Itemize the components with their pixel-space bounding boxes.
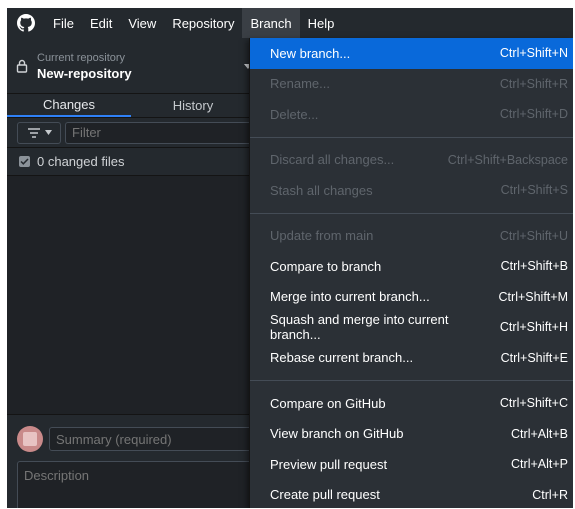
menu-item-shortcut: Ctrl+Shift+R xyxy=(499,76,568,91)
menu-rename: Rename... Ctrl+Shift+R xyxy=(250,69,573,100)
filter-options-button[interactable] xyxy=(17,121,61,144)
menu-update-from-main: Update from main Ctrl+Shift+U xyxy=(250,221,573,252)
repository-caption: Current repository xyxy=(37,51,126,64)
menu-item-shortcut: Ctrl+Shift+U xyxy=(499,228,568,243)
menu-item-label: Discard all changes... xyxy=(270,152,395,168)
menu-item-shortcut: Ctrl+Shift+M xyxy=(498,289,568,304)
summary-input[interactable] xyxy=(49,427,259,451)
menu-item-shortcut: Ctrl+Shift+N xyxy=(499,46,568,61)
branch-menu-dropdown: New branch... Ctrl+Shift+N Rename... Ctr… xyxy=(249,38,573,508)
menu-item-label: View branch on GitHub xyxy=(270,426,404,442)
menu-item-label: Rebase current branch... xyxy=(270,350,414,366)
menu-item-label: New branch... xyxy=(270,45,351,61)
menu-item-shortcut: Ctrl+Shift+B xyxy=(500,259,568,274)
filter-input[interactable] xyxy=(65,121,255,144)
menu-item-label: Update from main xyxy=(270,228,374,244)
chevron-down-icon xyxy=(44,130,52,135)
menu-compare-on-github[interactable]: Compare on GitHub Ctrl+Shift+C xyxy=(250,388,573,419)
menu-item-label: Squash and merge into current branch... xyxy=(270,312,449,343)
checkbox-icon[interactable] xyxy=(19,156,30,167)
tab-changes[interactable]: Changes xyxy=(7,94,131,117)
menu-merge-into-current-branch[interactable]: Merge into current branch... Ctrl+Shift+… xyxy=(250,282,573,313)
github-desktop-window: File Edit View Repository Branch Help Cu… xyxy=(7,8,573,508)
menu-item-shortcut: Ctrl+Shift+S xyxy=(500,183,568,198)
repository-name: New-repository xyxy=(37,65,132,81)
repository-selector[interactable]: Current repository New-repository xyxy=(7,38,255,94)
menu-help[interactable]: Help xyxy=(300,8,343,38)
menu-discard-all-changes: Discard all changes... Ctrl+Shift+Backsp… xyxy=(250,145,573,176)
github-logo-icon xyxy=(7,8,45,38)
menu-delete: Delete... Ctrl+Shift+D xyxy=(250,99,573,130)
menu-compare-to-branch[interactable]: Compare to branch Ctrl+Shift+B xyxy=(250,251,573,282)
menu-item-label: Compare to branch xyxy=(270,258,382,274)
menu-item-shortcut: Ctrl+Shift+D xyxy=(499,107,568,122)
menu-separator xyxy=(250,136,573,138)
menu-preview-pull-request[interactable]: Preview pull request Ctrl+Alt+P xyxy=(250,449,573,480)
menu-view-branch-on-github[interactable]: View branch on GitHub Ctrl+Alt+B xyxy=(250,419,573,450)
filter-row xyxy=(7,118,255,148)
menu-edit[interactable]: Edit xyxy=(82,8,120,38)
menu-item-label: Rename... xyxy=(270,76,330,92)
menu-stash-all-changes: Stash all changes Ctrl+Shift+S xyxy=(250,175,573,206)
menu-separator xyxy=(250,212,573,214)
menu-item-label: Compare on GitHub xyxy=(270,395,386,411)
menu-item-label: Create pull request xyxy=(270,487,380,503)
menu-item-label: Merge into current branch... xyxy=(270,289,430,305)
menu-item-label: Stash all changes xyxy=(270,182,373,198)
menu-branch[interactable]: Branch xyxy=(242,8,300,38)
menu-new-branch[interactable]: New branch... Ctrl+Shift+N xyxy=(250,38,573,69)
menu-separator xyxy=(250,380,573,381)
changed-files-label: 0 changed files xyxy=(37,154,125,169)
menu-squash-and-merge[interactable]: Squash and merge into current branch... … xyxy=(250,312,573,343)
menu-item-shortcut: Ctrl+Shift+E xyxy=(500,350,568,365)
menu-repository[interactable]: Repository xyxy=(164,8,242,38)
menu-item-shortcut: Ctrl+Alt+B xyxy=(511,426,568,441)
menu-item-shortcut: Ctrl+R xyxy=(532,487,568,502)
commit-area xyxy=(7,414,259,508)
menu-item-label: Preview pull request xyxy=(270,456,388,472)
repository-text: Current repository New-repository xyxy=(37,52,132,81)
menu-create-pull-request[interactable]: Create pull request Ctrl+R xyxy=(250,480,573,509)
menu-file[interactable]: File xyxy=(45,8,82,38)
menu-item-shortcut: Ctrl+Shift+Backspace xyxy=(447,152,568,167)
menu-view[interactable]: View xyxy=(120,8,164,38)
avatar xyxy=(17,426,43,452)
filter-icon xyxy=(27,127,40,138)
description-input[interactable] xyxy=(17,461,259,508)
menu-item-shortcut: Ctrl+Alt+P xyxy=(511,457,568,472)
menu-rebase-current-branch[interactable]: Rebase current branch... Ctrl+Shift+E xyxy=(250,343,573,374)
menu-bar: File Edit View Repository Branch Help xyxy=(7,8,573,38)
sidebar: Changes History 0 changed files xyxy=(7,94,259,508)
menu-item-label: Delete... xyxy=(270,106,319,122)
lock-icon xyxy=(7,59,37,73)
changed-files-row: 0 changed files xyxy=(7,148,255,176)
tab-history[interactable]: History xyxy=(131,94,255,117)
sidebar-tabs: Changes History xyxy=(7,94,255,118)
menu-item-shortcut: Ctrl+Shift+H xyxy=(499,320,568,335)
menu-item-shortcut: Ctrl+Shift+C xyxy=(499,396,568,411)
